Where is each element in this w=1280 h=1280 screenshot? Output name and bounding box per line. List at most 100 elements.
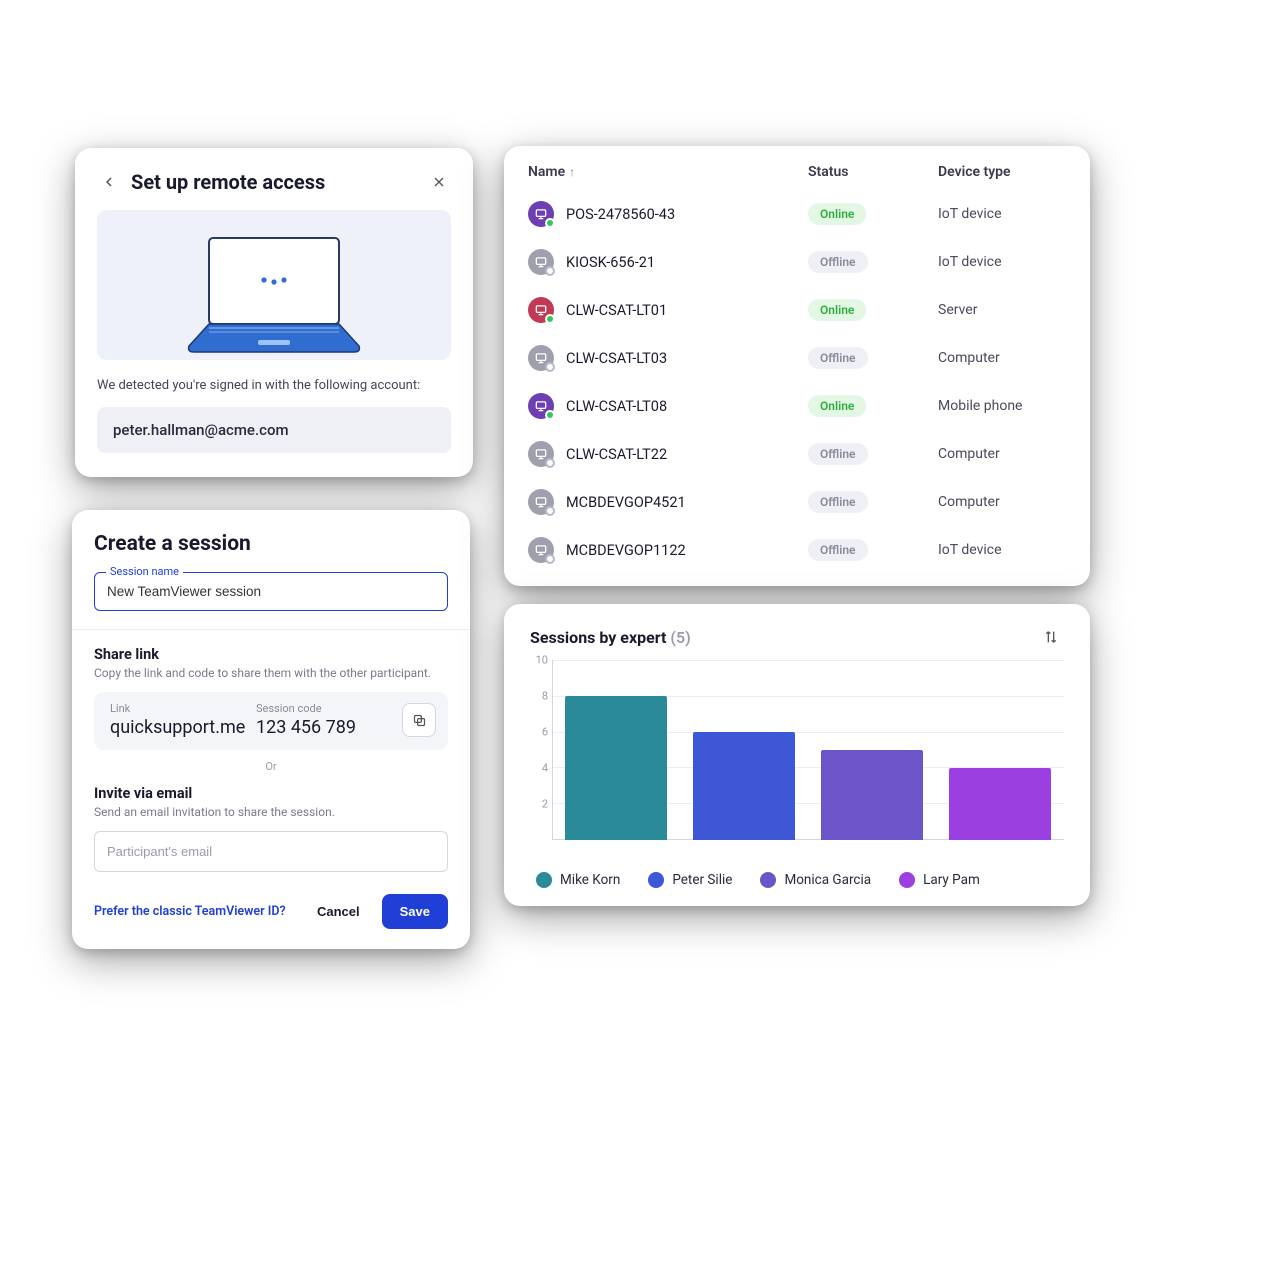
device-icon bbox=[528, 297, 554, 323]
legend-swatch-icon bbox=[899, 872, 915, 888]
device-type: IoT device bbox=[938, 542, 1062, 558]
chart-bar bbox=[949, 768, 1051, 840]
table-row[interactable]: KIOSK-656-21 Offline IoT device bbox=[528, 238, 1062, 286]
device-type: Server bbox=[938, 302, 1062, 318]
status-badge: Offline bbox=[808, 251, 868, 273]
device-icon bbox=[528, 489, 554, 515]
device-icon bbox=[528, 345, 554, 371]
status-badge: Online bbox=[808, 203, 866, 225]
column-header-device-type[interactable]: Device type bbox=[938, 164, 1062, 180]
card-title: Set up remote access bbox=[131, 170, 417, 194]
device-type: IoT device bbox=[938, 206, 1062, 222]
table-row[interactable]: POS-2478560-43OnlineIoT device bbox=[528, 190, 1062, 238]
sort-arrows-icon bbox=[1043, 629, 1059, 645]
device-icon bbox=[528, 441, 554, 467]
column-header-name[interactable]: Name ↑ bbox=[528, 164, 808, 180]
chart-bar bbox=[821, 750, 923, 840]
setup-remote-access-card: Set up remote access We detected you're … bbox=[75, 148, 473, 477]
column-header-name-label: Name bbox=[528, 164, 565, 180]
account-email-box: peter.hallman@acme.com bbox=[97, 407, 451, 453]
legend-item: Monica Garcia bbox=[760, 872, 871, 888]
close-button[interactable] bbox=[427, 170, 451, 194]
legend-label: Peter Silie bbox=[672, 872, 732, 888]
device-name: CLW-CSAT-LT01 bbox=[566, 302, 667, 319]
status-dot-icon bbox=[545, 218, 555, 228]
status-dot-icon bbox=[545, 314, 555, 324]
device-icon bbox=[528, 201, 554, 227]
classic-id-link[interactable]: Prefer the classic TeamViewer ID? bbox=[94, 904, 295, 919]
device-icon bbox=[528, 249, 554, 275]
device-type: IoT device bbox=[938, 254, 1062, 270]
session-code-label: Session code bbox=[256, 702, 402, 715]
chart-title: Sessions by expert bbox=[530, 628, 666, 647]
save-button[interactable]: Save bbox=[382, 894, 448, 929]
device-type: Computer bbox=[938, 350, 1062, 366]
legend-item: Lary Pam bbox=[899, 872, 980, 888]
device-type: Mobile phone bbox=[938, 398, 1062, 414]
legend-label: Mike Korn bbox=[560, 872, 620, 888]
table-body: POS-2478560-43OnlineIoT deviceKIOSK-656-… bbox=[528, 190, 1062, 574]
status-dot-icon bbox=[545, 506, 555, 516]
legend-label: Monica Garcia bbox=[784, 872, 871, 888]
table-row[interactable]: CLW-CSAT-LT01 Online Server bbox=[528, 286, 1062, 334]
device-type: Computer bbox=[938, 446, 1062, 462]
or-divider: Or bbox=[94, 760, 448, 773]
session-name-field: Session name bbox=[94, 572, 448, 611]
table-row[interactable]: CLW-CSAT-LT08 Online Mobile phone bbox=[528, 382, 1062, 430]
legend-item: Mike Korn bbox=[536, 872, 620, 888]
share-link-box: Link quicksupport.me Session code 123 45… bbox=[94, 692, 448, 750]
chart-bar bbox=[693, 732, 795, 840]
status-badge: Online bbox=[808, 395, 866, 417]
device-name: CLW-CSAT-LT08 bbox=[566, 398, 667, 415]
device-name: MCBDEVGOP1122 bbox=[566, 542, 686, 559]
status-badge: Offline bbox=[808, 491, 868, 513]
chart-sort-button[interactable] bbox=[1038, 624, 1064, 650]
y-tick-label: 10 bbox=[536, 654, 548, 667]
legend-swatch-icon bbox=[648, 872, 664, 888]
table-header: Name ↑ Status Device type bbox=[528, 164, 1062, 180]
detected-account-message: We detected you're signed in with the fo… bbox=[97, 378, 451, 393]
card-title: Create a session bbox=[94, 532, 448, 556]
arrow-left-icon bbox=[101, 174, 117, 190]
device-name: KIOSK-656-21 bbox=[566, 254, 655, 271]
y-tick-label: 4 bbox=[542, 762, 548, 775]
participant-email-input[interactable] bbox=[94, 831, 448, 872]
table-row[interactable]: CLW-CSAT-LT03OfflineComputer bbox=[528, 334, 1062, 382]
device-name: CLW-CSAT-LT22 bbox=[566, 446, 667, 463]
device-type: Computer bbox=[938, 494, 1062, 510]
back-button[interactable] bbox=[97, 170, 121, 194]
status-badge: Offline bbox=[808, 539, 868, 561]
table-row[interactable]: MCBDEVGOP4521 Offline Computer bbox=[528, 478, 1062, 526]
chart-count: (5) bbox=[670, 628, 690, 647]
session-name-label: Session name bbox=[106, 565, 183, 578]
device-name: MCBDEVGOP4521 bbox=[566, 494, 686, 511]
chart-legend: Mike Korn Peter Silie Monica Garcia Lary Pa… bbox=[530, 872, 1064, 888]
link-value: quicksupport.me bbox=[110, 717, 256, 738]
share-link-desc: Copy the link and code to share them wit… bbox=[94, 666, 448, 680]
legend-item: Peter Silie bbox=[648, 872, 732, 888]
status-dot-icon bbox=[545, 266, 555, 276]
copy-button[interactable] bbox=[402, 703, 436, 737]
y-tick-label: 2 bbox=[542, 798, 548, 811]
sort-ascending-icon: ↑ bbox=[569, 165, 575, 179]
table-row[interactable]: MCBDEVGOP1122 Offline IoT device bbox=[528, 526, 1062, 574]
legend-swatch-icon bbox=[760, 872, 776, 888]
sessions-by-expert-card: Sessions by expert (5) 246810 Mike KornP… bbox=[504, 604, 1090, 906]
device-list-card: Name ↑ Status Device type POS-2478560-43… bbox=[504, 146, 1090, 586]
copy-icon bbox=[412, 713, 427, 728]
chart-bar bbox=[565, 696, 667, 840]
table-row[interactable]: CLW-CSAT-LT22OfflineComputer bbox=[528, 430, 1062, 478]
status-dot-icon bbox=[545, 554, 555, 564]
cancel-button[interactable]: Cancel bbox=[307, 896, 370, 927]
status-badge: Offline bbox=[808, 347, 868, 369]
link-label: Link bbox=[110, 702, 256, 715]
share-link-title: Share link bbox=[94, 646, 448, 663]
laptop-illustration bbox=[97, 210, 451, 360]
column-header-status[interactable]: Status bbox=[808, 164, 938, 180]
session-code-value: 123 456 789 bbox=[256, 717, 402, 738]
status-dot-icon bbox=[545, 362, 555, 372]
status-badge: Online bbox=[808, 299, 866, 321]
device-icon bbox=[528, 537, 554, 563]
invite-email-desc: Send an email invitation to share the se… bbox=[94, 805, 448, 819]
legend-swatch-icon bbox=[536, 872, 552, 888]
